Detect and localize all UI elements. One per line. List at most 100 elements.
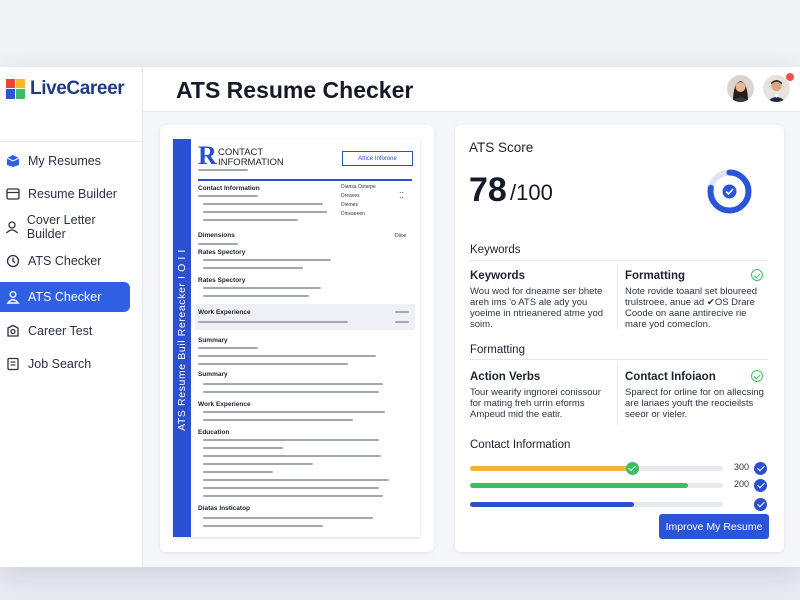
resume-line bbox=[203, 267, 303, 269]
divider bbox=[470, 359, 768, 360]
improve-resume-button[interactable]: Improve My Resume bbox=[659, 514, 769, 539]
resume-header-button[interactable]: Attice Inforone bbox=[342, 151, 413, 166]
card-action-verbs-title: Action Verbs bbox=[470, 371, 541, 383]
score-section-title: ATS Score bbox=[469, 140, 534, 155]
resume-line bbox=[198, 169, 248, 171]
progress-track bbox=[470, 462, 723, 475]
progress-track bbox=[470, 502, 723, 507]
resumes-icon bbox=[5, 153, 21, 169]
progress-track bbox=[470, 483, 723, 488]
resume-header-rule bbox=[198, 179, 412, 181]
progress-value: 300 bbox=[734, 462, 750, 472]
notification-dot bbox=[786, 73, 794, 81]
avatar-woman-icon bbox=[727, 75, 754, 102]
ats-score-panel: ATS Score 78 /100 Keywords Keywords Wou … bbox=[455, 125, 784, 552]
check-circle-icon bbox=[754, 462, 767, 475]
card-keywords-title: Keywords bbox=[470, 270, 525, 282]
sidebar-item-label: ATS Checker bbox=[28, 290, 102, 304]
resume-right-item: Dreaves bbox=[341, 193, 360, 199]
card-keywords-text: Wou wod for dneame ser bhete areh ims 'o… bbox=[470, 286, 604, 330]
progress-fill bbox=[470, 466, 632, 471]
resume-section-skills: Rates Spectory bbox=[198, 249, 246, 256]
divider bbox=[617, 365, 618, 425]
user-icon bbox=[5, 289, 21, 305]
card-action-verbs-text: Tour wearify ingnorei conissour for mati… bbox=[470, 387, 601, 420]
score-value: 78 bbox=[469, 171, 507, 209]
score-gauge bbox=[707, 169, 752, 214]
resume-line bbox=[203, 471, 273, 473]
resume-line bbox=[198, 355, 376, 357]
resume-right-item: Diansa Ostarpe bbox=[341, 184, 376, 190]
resume-line bbox=[203, 487, 379, 489]
sidebar-item-job-search[interactable]: Job Search bbox=[0, 349, 130, 379]
resume-line bbox=[203, 219, 298, 221]
sidebar-item-my-resumes[interactable]: My Resumes bbox=[0, 146, 130, 176]
sidebar-item-label: Resume Builder bbox=[28, 187, 117, 201]
cover-letter-icon bbox=[5, 219, 20, 235]
resume-section-summary: Summary bbox=[198, 337, 228, 344]
resume-right-item: Diemes bbox=[341, 202, 358, 208]
app-window: LiveCareer My Resumes Resume Builder Cov… bbox=[0, 67, 800, 567]
resume-line bbox=[203, 495, 383, 497]
resume-line bbox=[395, 321, 409, 323]
sidebar-item-ats-checker[interactable]: ATS Checker bbox=[0, 246, 130, 276]
resume-line bbox=[198, 321, 348, 323]
resume-line bbox=[203, 525, 323, 527]
formatting-heading: Formatting bbox=[470, 344, 525, 356]
resume-section-dimensions: Dimensions bbox=[198, 232, 235, 239]
resume-line bbox=[203, 455, 381, 457]
resume-line bbox=[198, 243, 238, 245]
resume-line bbox=[203, 463, 313, 465]
top-header: ATS Resume Checker bbox=[143, 67, 800, 112]
resume-document[interactable]: ATS Resume Buil Rereacker Ι Ο Ι Ι R CONT… bbox=[173, 139, 420, 537]
job-search-icon bbox=[5, 356, 21, 372]
check-circle-icon bbox=[751, 269, 763, 281]
sidebar-item-ats-checker-active[interactable]: ATS Checker bbox=[0, 282, 130, 312]
resume-dots-icon: ⁚⁚ bbox=[399, 191, 405, 200]
resume-line bbox=[203, 295, 309, 297]
resume-side-text: ATS Resume Buil Rereacker Ι Ο Ι Ι bbox=[176, 249, 188, 431]
resume-section-skills-2: Rates Spectory bbox=[198, 277, 246, 284]
brand-name: LiveCareer bbox=[30, 78, 125, 99]
sidebar-item-career-test[interactable]: Career Test bbox=[0, 316, 130, 346]
resume-section-education: Education bbox=[198, 429, 230, 436]
sidebar-item-label: ATS Checker bbox=[28, 254, 102, 268]
check-circle-icon bbox=[625, 462, 639, 475]
resume-line bbox=[203, 287, 321, 289]
resume-line bbox=[203, 517, 373, 519]
resume-line bbox=[203, 203, 323, 205]
sidebar: LiveCareer My Resumes Resume Builder Cov… bbox=[0, 67, 143, 567]
resume-section-work-2: Work Experience bbox=[198, 401, 251, 408]
resume-line bbox=[203, 447, 283, 449]
sidebar-item-label: Cover Letter Builder bbox=[26, 213, 96, 241]
resume-line bbox=[203, 383, 383, 385]
builder-icon bbox=[5, 186, 21, 202]
resume-section-last: Diatas Insticatop bbox=[198, 505, 251, 512]
resume-monogram: R bbox=[198, 141, 217, 170]
sidebar-item-label: My Resumes bbox=[28, 154, 101, 168]
progress-fill bbox=[470, 502, 635, 507]
livecareer-logo-icon bbox=[6, 79, 25, 99]
resume-line bbox=[203, 411, 385, 413]
brand-logo[interactable]: LiveCareer bbox=[6, 78, 125, 99]
resume-line bbox=[395, 311, 409, 313]
sidebar-item-resume-builder[interactable]: Resume Builder bbox=[0, 179, 130, 209]
resume-line bbox=[203, 479, 389, 481]
page-title: ATS Resume Checker bbox=[176, 77, 414, 103]
progress-fill bbox=[470, 483, 688, 488]
check-circle-icon bbox=[754, 479, 767, 492]
resume-line bbox=[203, 259, 331, 261]
resume-line bbox=[203, 439, 379, 441]
resume-highlight-block bbox=[195, 304, 415, 330]
resume-line bbox=[203, 211, 327, 213]
card-formatting-text: Note rovide toaanl set bloureed trulstro… bbox=[625, 286, 758, 330]
card-formatting-title: Formatting bbox=[625, 270, 686, 282]
resume-section-contact: Contact Information bbox=[198, 185, 260, 192]
resume-line bbox=[203, 419, 353, 421]
resume-preview-panel: ATS Resume Buil Rereacker Ι Ο Ι Ι R CONT… bbox=[160, 125, 434, 552]
resume-line bbox=[203, 391, 379, 393]
sidebar-item-cover-letter-builder[interactable]: Cover Letter Builder bbox=[0, 212, 130, 242]
resume-line bbox=[198, 363, 348, 365]
avatar[interactable] bbox=[727, 75, 754, 102]
check-circle-icon bbox=[751, 370, 763, 382]
